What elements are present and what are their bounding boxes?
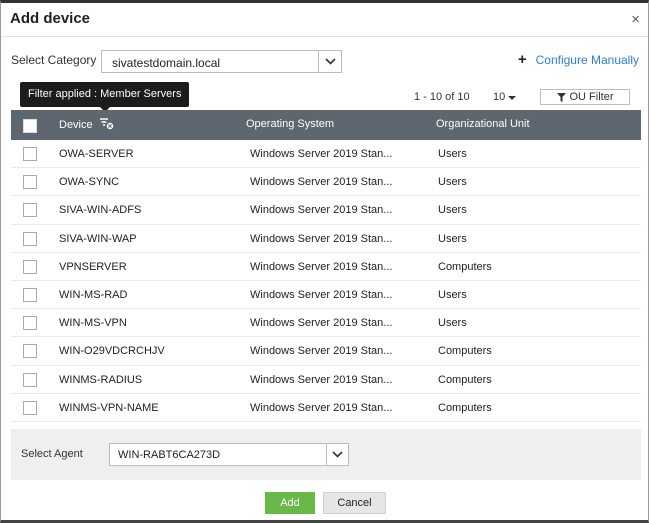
add-device-dialog: Add device × Select Category sivatestdom… (0, 0, 649, 523)
configure-manually-link[interactable]: + Configure Manually (517, 51, 639, 68)
device-cell: WINMS-VPN-NAME (59, 401, 159, 414)
pagination-range: 1 - 10 of 10 (414, 91, 470, 103)
ou-cell: Computers (438, 401, 492, 414)
os-cell: Windows Server 2019 Stan... (250, 288, 393, 301)
cancel-button[interactable]: Cancel (323, 492, 386, 514)
os-cell: Windows Server 2019 Stan... (250, 176, 393, 189)
table-row[interactable]: OWA-SYNC Windows Server 2019 Stan... Use… (11, 168, 641, 197)
add-button[interactable]: Add (265, 492, 315, 514)
device-header-label: Device (59, 119, 93, 131)
device-cell: WIN-MS-RAD (59, 288, 128, 301)
ou-cell: Users (438, 317, 467, 330)
table-row[interactable]: VPNSERVER Windows Server 2019 Stan... Co… (11, 253, 641, 281)
table-row[interactable]: OWA-SERVER Windows Server 2019 Stan... U… (11, 140, 641, 169)
ou-filter-label: OU Filter (569, 91, 614, 103)
device-cell: VPNSERVER (59, 260, 127, 273)
os-cell: Windows Server 2019 Stan... (250, 373, 393, 386)
ou-cell: Computers (438, 373, 492, 386)
device-cell: OWA-SERVER (59, 148, 134, 160)
agent-select[interactable]: WIN-RABT6CA273D (109, 443, 349, 466)
row-checkbox[interactable] (23, 344, 37, 359)
row-checkbox[interactable] (23, 316, 37, 331)
table-row[interactable]: SIVA-WIN-ADFS Windows Server 2019 Stan..… (11, 196, 641, 225)
table-row[interactable]: WINMS-RADIUS Windows Server 2019 Stan...… (11, 366, 641, 394)
os-cell: Windows Server 2019 Stan... (250, 260, 393, 273)
row-checkbox[interactable] (23, 175, 37, 190)
ou-cell: Computers (438, 345, 492, 358)
configure-manually-label: Configure Manually (535, 53, 639, 67)
caret-down-icon (508, 95, 517, 100)
filter-tooltip: Filter applied : Member Servers (20, 82, 189, 112)
ou-filter-button[interactable]: OU Filter (540, 89, 630, 105)
plus-icon: + (517, 51, 527, 68)
device-cell: SIVA-WIN-WAP (59, 232, 137, 245)
dialog-header: Add device × (1, 3, 648, 37)
table-row[interactable]: SIVA-WIN-WAP Windows Server 2019 Stan...… (11, 225, 641, 253)
ou-cell: Users (438, 176, 467, 189)
ou-cell: Users (438, 148, 467, 160)
ou-cell: Users (438, 204, 467, 217)
row-checkbox[interactable] (23, 147, 37, 161)
agent-panel: Select Agent WIN-RABT6CA273D (11, 429, 641, 480)
chevron-down-icon[interactable] (318, 51, 341, 72)
device-cell: WINMS-RADIUS (59, 373, 143, 386)
per-page-value: 10 (493, 91, 506, 103)
ou-cell: Users (438, 232, 467, 245)
row-checkbox[interactable] (23, 231, 37, 246)
dialog-title: Add device (10, 10, 91, 27)
row-checkbox[interactable] (23, 287, 37, 302)
os-cell: Windows Server 2019 Stan... (250, 317, 393, 330)
category-select[interactable]: sivatestdomain.local (101, 50, 342, 73)
row-checkbox[interactable] (23, 400, 37, 415)
os-cell: Windows Server 2019 Stan... (250, 401, 393, 414)
per-page-select[interactable]: 10 (493, 91, 517, 103)
os-cell: Windows Server 2019 Stan... (250, 232, 393, 245)
category-value: sivatestdomain.local (112, 56, 221, 70)
select-all-checkbox[interactable] (23, 119, 37, 133)
chevron-down-icon[interactable] (326, 444, 348, 465)
row-checkbox[interactable] (23, 372, 37, 387)
row-checkbox[interactable] (23, 259, 37, 274)
filter-icon[interactable] (99, 118, 114, 130)
os-cell: Windows Server 2019 Stan... (250, 345, 393, 358)
ou-column-header[interactable]: Organizational Unit (436, 118, 530, 130)
agent-value: WIN-RABT6CA273D (118, 449, 221, 461)
device-cell: SIVA-WIN-ADFS (59, 204, 142, 217)
ou-cell: Computers (438, 260, 492, 273)
funnel-icon (556, 92, 566, 102)
table-row[interactable]: WIN-MS-RAD Windows Server 2019 Stan... U… (11, 281, 641, 310)
os-cell: Windows Server 2019 Stan... (250, 148, 393, 160)
select-agent-label: Select Agent (21, 448, 83, 460)
table-row[interactable]: WIN-MS-VPN Windows Server 2019 Stan... U… (11, 309, 641, 338)
select-category-label: Select Category (11, 53, 97, 67)
ou-cell: Users (438, 288, 467, 301)
device-table: Device Operating System Organizational U… (11, 110, 641, 422)
os-cell: Windows Server 2019 Stan... (250, 204, 393, 217)
close-icon[interactable]: × (631, 11, 640, 28)
table-row[interactable]: WIN-O29VDCRCHJV Windows Server 2019 Stan… (11, 337, 641, 366)
table-header: Device Operating System Organizational U… (11, 110, 641, 140)
table-row[interactable]: WINMS-VPN-NAME Windows Server 2019 Stan.… (11, 394, 641, 422)
device-column-header[interactable]: Device (59, 118, 114, 131)
row-checkbox[interactable] (23, 203, 37, 218)
os-column-header[interactable]: Operating System (246, 118, 334, 130)
device-cell: OWA-SYNC (59, 176, 120, 189)
device-cell: WIN-O29VDCRCHJV (59, 345, 165, 358)
device-cell: WIN-MS-VPN (59, 317, 127, 330)
